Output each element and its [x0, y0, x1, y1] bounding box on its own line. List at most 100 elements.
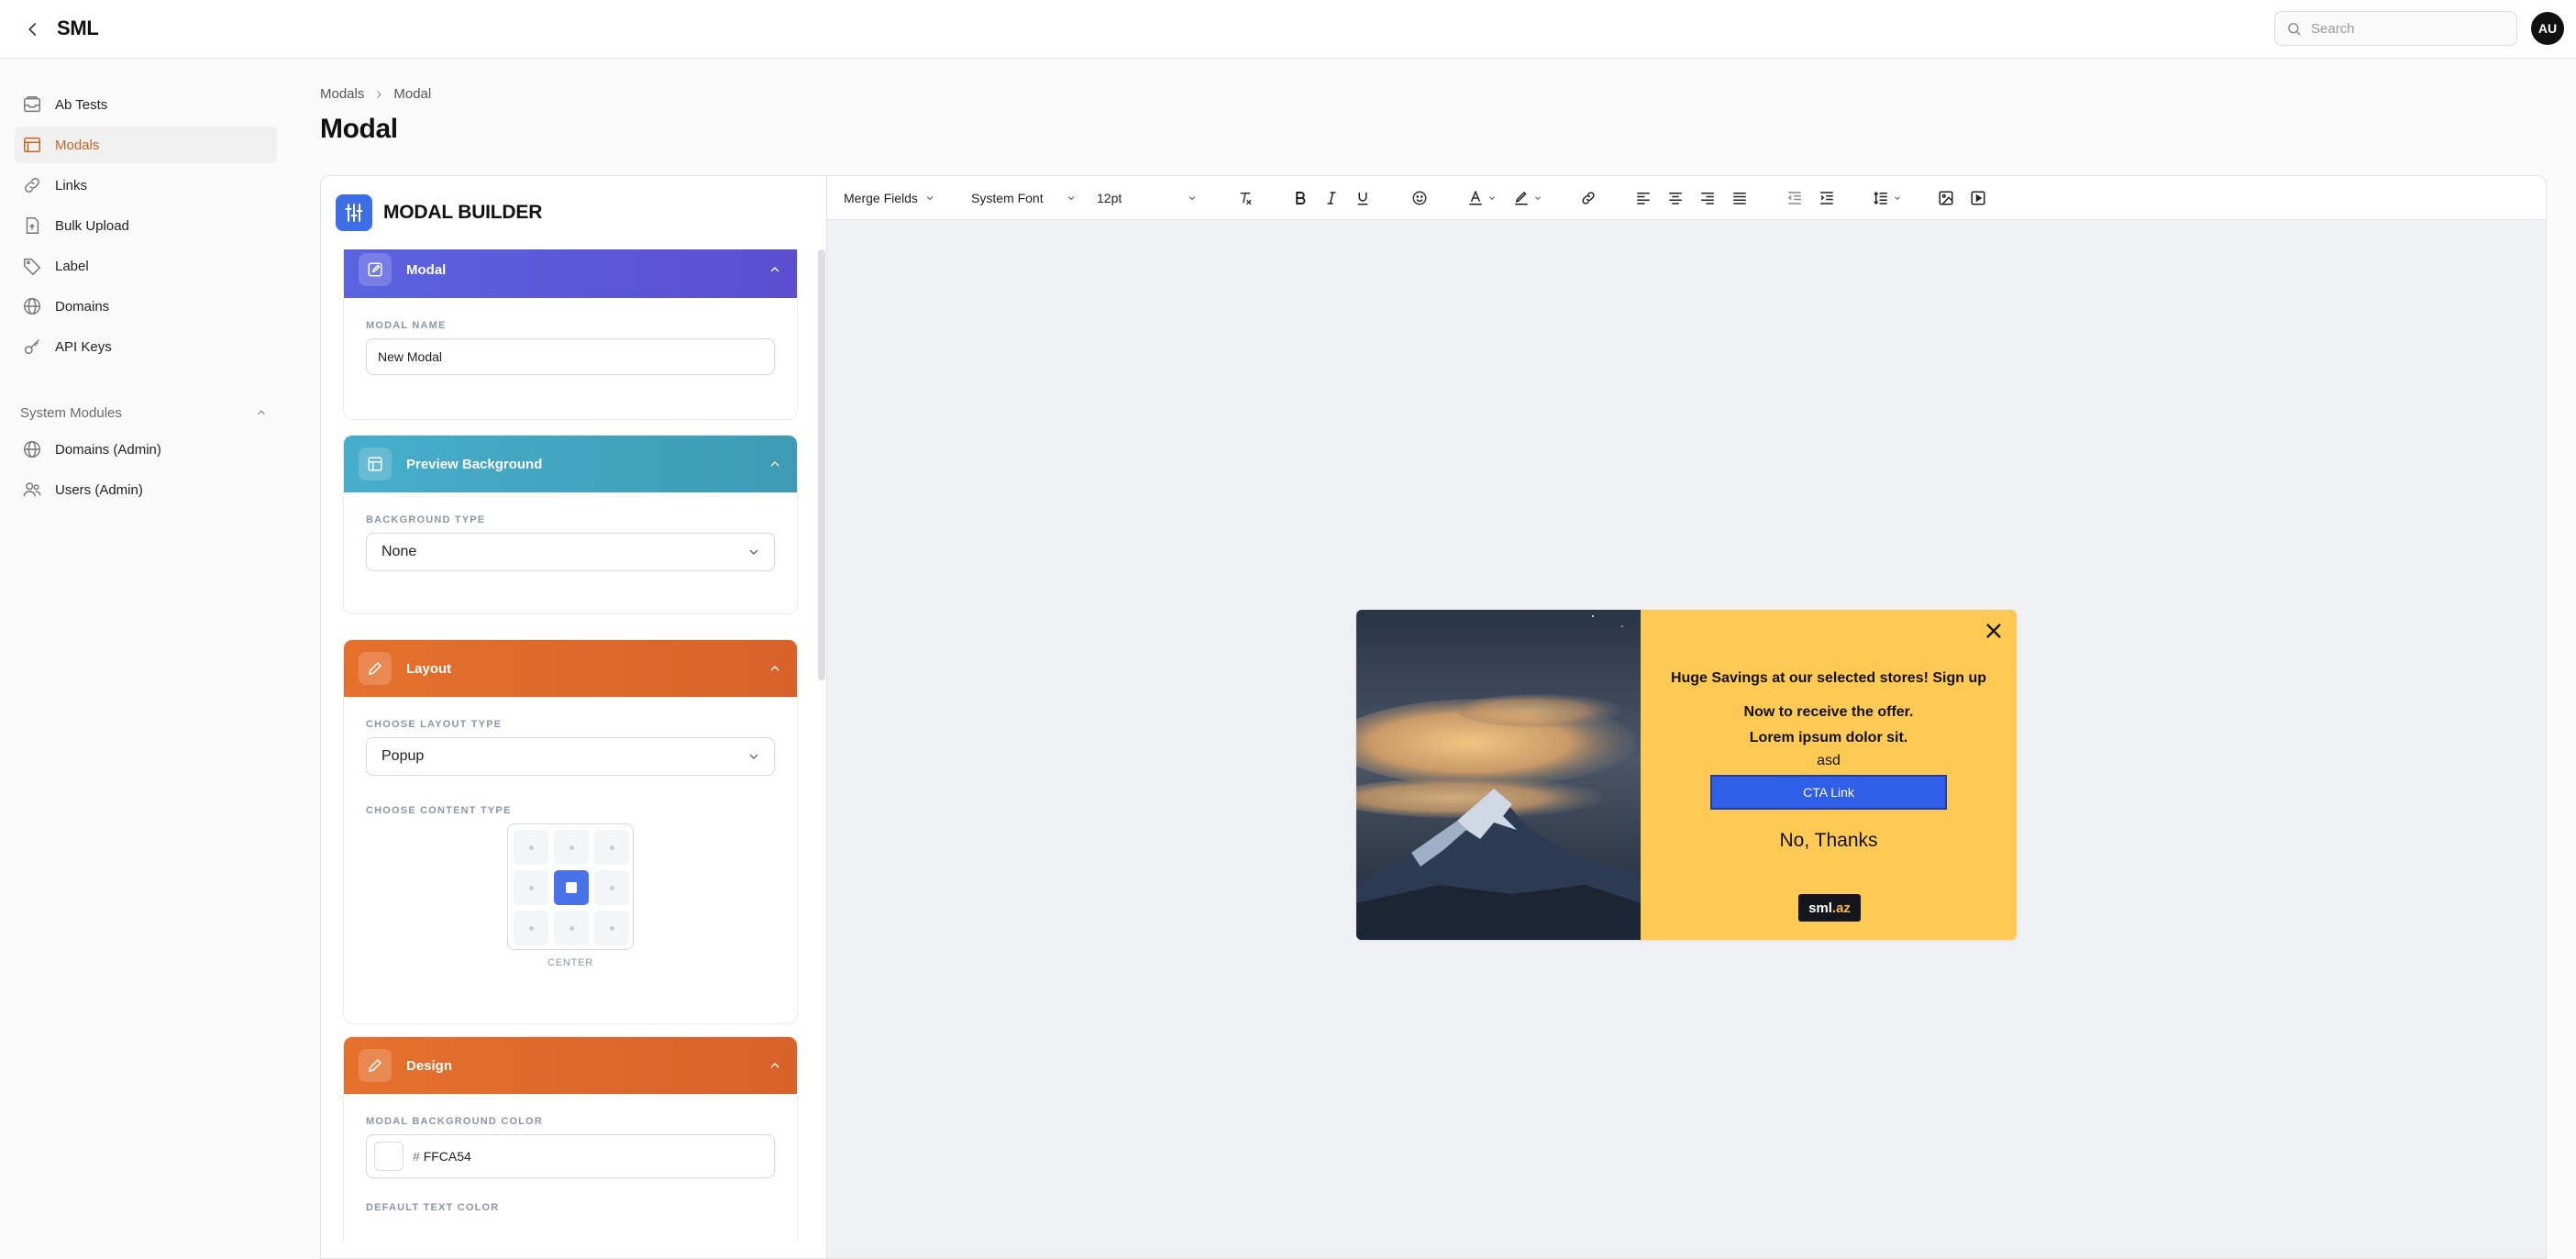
avatar[interactable]: AU [2531, 12, 2564, 45]
layout-type-select[interactable]: Popup [366, 737, 775, 776]
chevron-down-icon [1067, 196, 1075, 201]
brand-main: sml [1808, 900, 1832, 916]
sidebar-item-modals[interactable]: Modals [15, 127, 277, 163]
breadcrumb-link-modals[interactable]: Modals [320, 86, 364, 102]
content-position-grid[interactable] [507, 823, 634, 950]
position-center[interactable] [554, 870, 589, 905]
position-middle-left[interactable] [514, 870, 548, 905]
emoji-button[interactable] [1407, 183, 1432, 213]
search-box[interactable] [2274, 11, 2517, 46]
highlight-color-button[interactable] [1508, 183, 1548, 213]
align-left-button[interactable] [1631, 183, 1656, 213]
sidebar-item-label[interactable]: Label [15, 248, 277, 284]
pencil-icon [359, 1049, 392, 1082]
sidebar-item-domains[interactable]: Domains [15, 288, 277, 325]
position-top-center[interactable] [554, 830, 589, 865]
indent-icon [1820, 192, 1833, 204]
builder-scrollbar[interactable] [818, 249, 825, 680]
modal-small-text: asd [1817, 753, 1841, 768]
sidebar-item-bulk-upload[interactable]: Bulk Upload [15, 207, 277, 244]
key-icon [24, 339, 39, 355]
chevron-down-icon [1895, 196, 1900, 200]
italic-button[interactable] [1319, 183, 1344, 213]
font-family-label: System Font [971, 191, 1044, 205]
select-value: None [381, 544, 417, 559]
select-value: Popup [381, 748, 425, 764]
sidebar-item-links[interactable]: Links [15, 167, 277, 204]
sidebar-item-label: Bulk Upload [55, 217, 129, 234]
close-icon[interactable] [1984, 621, 2004, 641]
chevron-up-icon [770, 1063, 779, 1068]
position-bottom-right[interactable] [594, 911, 629, 945]
underline-button[interactable] [1350, 183, 1376, 213]
modal-name-input[interactable]: New Modal [366, 338, 775, 375]
section-preview-background-header[interactable]: Preview Background [344, 436, 797, 492]
font-family-dropdown[interactable]: System Font [962, 183, 1086, 213]
editor-canvas[interactable]: Huge Savings at our selected stores! Sig… [827, 220, 2546, 1258]
decline-link[interactable]: No, Thanks [1641, 830, 2017, 852]
font-size-dropdown[interactable]: 12pt [1088, 183, 1207, 213]
field-label: CHOOSE CONTENT TYPE [366, 805, 512, 816]
sidebar-item-api-keys[interactable]: API Keys [15, 328, 277, 365]
align-justify-button[interactable] [1727, 183, 1752, 213]
position-middle-right[interactable] [594, 870, 629, 905]
section-design-header[interactable]: Design [344, 1037, 797, 1094]
sidebar-item-users-admin[interactable]: Users (Admin) [15, 471, 277, 508]
color-swatch[interactable] [374, 1142, 404, 1171]
brand-badge: sml .az [1798, 894, 1861, 922]
builder-scroll-area[interactable]: Modal MODAL NAME New Modal Preview Backg… [321, 249, 826, 1242]
align-right-button[interactable] [1695, 183, 1720, 213]
sidebar-item-label: Ab Tests [55, 96, 108, 113]
modal-preview[interactable]: Huge Savings at our selected stores! Sig… [1356, 610, 2017, 940]
chevron-left-icon [28, 23, 37, 36]
chevron-right-icon [377, 90, 382, 98]
section-title: Design [406, 1057, 453, 1074]
sidebar-item-label: Links [55, 177, 88, 193]
chevron-down-icon [749, 549, 758, 555]
indent-button[interactable] [1814, 183, 1840, 213]
outdent-button[interactable] [1782, 183, 1808, 213]
position-top-left[interactable] [514, 830, 548, 865]
line-height-button[interactable] [1867, 183, 1907, 213]
tag-icon [24, 258, 41, 276]
insert-media-button[interactable] [1965, 183, 1991, 213]
system-modules-toggle[interactable]: System Modules [20, 399, 268, 426]
position-top-right[interactable] [594, 830, 629, 865]
brand-suffix: .az [1831, 900, 1851, 916]
search-input[interactable] [2311, 20, 2494, 37]
position-bottom-center[interactable] [554, 911, 589, 945]
section-layout-header[interactable]: Layout [344, 640, 797, 697]
chevron-down-icon [926, 196, 934, 201]
app-title: SML [57, 17, 99, 39]
sidebar-item-label: Users (Admin) [55, 481, 143, 498]
chevron-down-icon [1489, 196, 1495, 200]
background-type-select[interactable]: None [366, 533, 775, 571]
builder-title: MODAL BUILDER [383, 202, 543, 223]
insert-image-button[interactable] [1933, 183, 1959, 213]
merge-fields-label: Merge Fields [844, 191, 918, 205]
position-bottom-left[interactable] [514, 911, 548, 945]
modal-content: Huge Savings at our selected stores! Sig… [1641, 610, 2017, 940]
section-design: Design MODAL BACKGROUND COLOR # FFCA54 D… [343, 1036, 798, 1242]
sidebar-item-ab-tests[interactable]: Ab Tests [15, 86, 277, 123]
box-icon [24, 96, 40, 113]
emoji-icon [1412, 191, 1427, 205]
back-button[interactable] [20, 17, 46, 42]
clear-format-icon [1240, 193, 1252, 205]
insert-link-button[interactable] [1575, 183, 1601, 213]
image-icon [1939, 191, 1953, 205]
sidebar-item-domains-admin[interactable]: Domains (Admin) [15, 431, 277, 468]
page-title: Modal [320, 114, 398, 144]
cta-button[interactable]: CTA Link [1710, 775, 1947, 810]
builder-header: MODAL BUILDER [321, 176, 826, 249]
align-center-button[interactable] [1663, 183, 1688, 213]
field-label: CHOOSE LAYOUT TYPE [366, 719, 503, 730]
modal-background-color-input[interactable]: # FFCA54 [366, 1134, 775, 1178]
clear-format-button[interactable] [1233, 183, 1258, 213]
merge-fields-dropdown[interactable]: Merge Fields [835, 183, 945, 213]
section-modal-header[interactable]: Modal [344, 249, 797, 298]
mountain-image [1356, 610, 1641, 940]
chevron-down-icon [749, 754, 758, 759]
bold-button[interactable] [1288, 183, 1313, 213]
text-color-button[interactable] [1462, 183, 1502, 213]
